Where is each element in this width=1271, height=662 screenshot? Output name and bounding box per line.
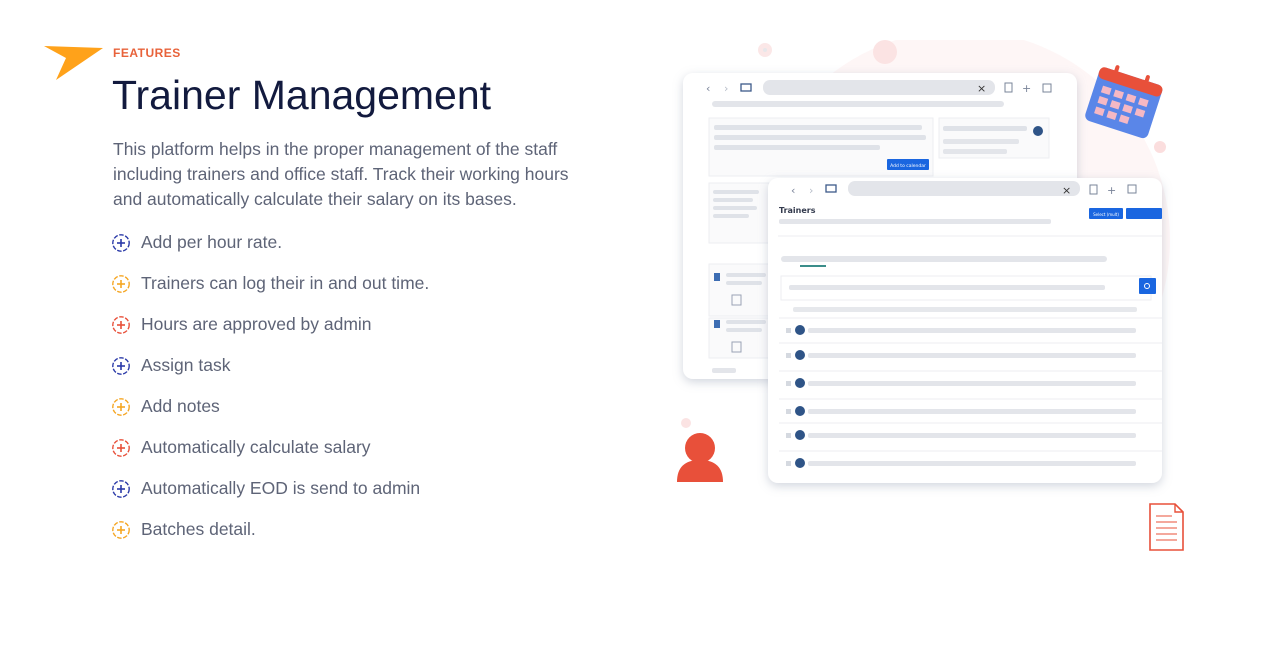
- plus-circle-icon: [112, 398, 130, 416]
- flag-icon: [44, 46, 103, 80]
- avatar: [795, 378, 805, 388]
- section-description: This platform helps in the proper manage…: [113, 139, 569, 209]
- close-icon: ×: [977, 82, 986, 95]
- feature-label: Assign task: [141, 355, 231, 375]
- plus-circle-icon: [112, 521, 130, 539]
- trainers-heading: Trainers: [779, 206, 816, 215]
- feature-item: Automatically calculate salary: [111, 435, 429, 476]
- add-to-calendar-label: Add to calendar: [890, 163, 926, 169]
- feature-label: Automatically EOD is send to admin: [141, 478, 421, 498]
- plus-circle-icon: [112, 439, 130, 457]
- back-chevron-left-icon: ‹: [706, 82, 710, 95]
- forward-chevron-right-icon: ›: [724, 82, 728, 95]
- feature-list: Add per hour rate. Trainers can log their…: [111, 230, 429, 558]
- add-trainer-button: [1126, 208, 1162, 219]
- front-chevron-right-icon: ›: [809, 184, 813, 197]
- feature-item: Add per hour rate.: [111, 230, 429, 271]
- feature-label: Batches detail.: [141, 519, 256, 539]
- feature-label: Trainers can log their in and out time.: [141, 273, 430, 293]
- trainers-illustration: ‹ › × + Add to calendar ‹ › × + Trainers…: [677, 40, 1184, 551]
- feature-item: Hours are approved by admin: [111, 312, 429, 353]
- plus-circle-icon: [112, 357, 130, 375]
- feature-label: Add per hour rate.: [141, 232, 283, 252]
- avatar: [795, 458, 805, 468]
- plus-circle-icon: [112, 316, 130, 334]
- document-icon: [1149, 503, 1184, 551]
- section-eyebrow: FEATURES: [113, 46, 181, 60]
- avatar: [795, 406, 805, 416]
- feature-label: Hours are approved by admin: [141, 314, 372, 334]
- feature-label: Add notes: [141, 396, 220, 416]
- avatar: [795, 325, 805, 335]
- address-bar: [763, 80, 995, 95]
- feature-item: Add notes: [111, 394, 429, 435]
- feature-item: Assign task: [111, 353, 429, 394]
- front-chevron-left-icon: ‹: [791, 184, 795, 197]
- front-address-bar: [848, 181, 1080, 196]
- front-close-icon: ×: [1062, 184, 1071, 197]
- person-icon: [677, 433, 723, 482]
- plus-circle-icon: [112, 275, 130, 293]
- plus-icon: +: [1022, 82, 1031, 95]
- page-title: Trainer Management: [112, 72, 492, 118]
- feature-item: Batches detail.: [111, 517, 429, 558]
- front-plus-icon: +: [1107, 184, 1116, 197]
- feature-item: Trainers can log their in and out time.: [111, 271, 429, 312]
- feature-label: Automatically calculate salary: [141, 437, 371, 457]
- search-button-icon: [1139, 278, 1156, 294]
- plus-circle-icon: [112, 234, 130, 252]
- avatar: [795, 350, 805, 360]
- plus-circle-icon: [112, 480, 130, 498]
- select-mult-label: Select (mult): [1093, 212, 1119, 217]
- avatar: [795, 430, 805, 440]
- feature-item: Automatically EOD is send to admin: [111, 476, 429, 517]
